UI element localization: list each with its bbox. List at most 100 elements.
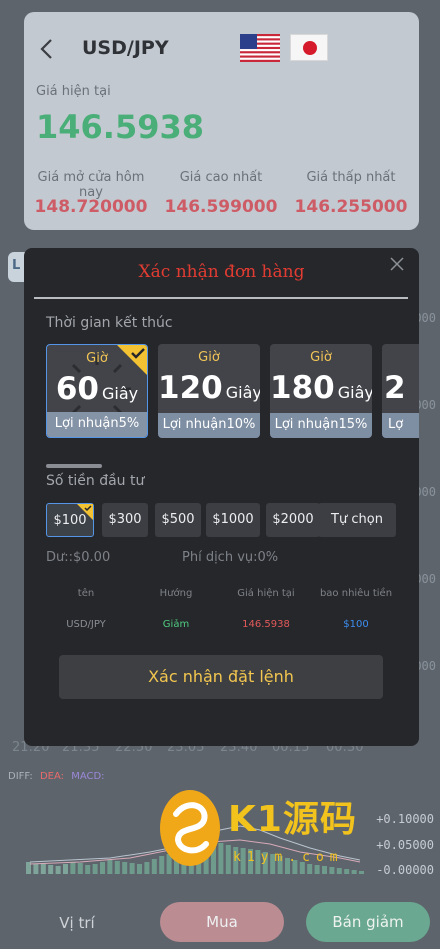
macd-bar xyxy=(114,861,120,874)
macd-bar xyxy=(40,863,46,874)
macd-label: MACD: xyxy=(71,771,105,782)
macd-bar xyxy=(225,845,231,874)
seconds-unit: Giây xyxy=(337,383,372,402)
macd-bar xyxy=(85,865,91,874)
macd-bar xyxy=(129,863,135,874)
watermark-logo xyxy=(160,790,220,866)
open-price-label: Giá mở cửa hôm nay xyxy=(37,170,145,200)
time-option-seconds: 180 Giây xyxy=(270,370,372,406)
modal-divider xyxy=(34,297,408,299)
table-cell-amount: $100 xyxy=(343,619,369,630)
seconds-unit: Giây xyxy=(225,383,260,402)
table-header-price: Giá hiện tại xyxy=(237,588,295,599)
position-button[interactable]: Vị trí xyxy=(42,914,112,932)
macd-bar xyxy=(122,862,128,874)
seconds-unit: Giây xyxy=(102,384,139,403)
macd-bar xyxy=(33,864,39,874)
order-confirm-modal: Xác nhận đơn hàng Thời gian kết thúc Giờ… xyxy=(24,248,419,746)
high-price-label: Giá cao nhất xyxy=(179,170,263,185)
open-price-value: 148.720000 xyxy=(34,197,148,217)
current-price-label: Giá hiện tại xyxy=(36,84,111,99)
amount-label: Số tiền đầu tư xyxy=(46,473,145,489)
macd-bar xyxy=(137,864,142,874)
balance-text: Dư::$0.00 xyxy=(46,550,111,565)
macd-bar xyxy=(344,869,350,874)
table-header-direction: Hướng xyxy=(159,588,193,599)
macd-bar xyxy=(55,866,61,874)
macd-tick: +0.05000 xyxy=(376,838,434,852)
seconds-value: 120 xyxy=(158,370,223,406)
profit-label: Lợi nhuận5% xyxy=(47,412,147,437)
confirm-order-button[interactable]: Xác nhận đặt lệnh xyxy=(59,655,383,699)
bottom-action-bar: Vị trí Mua Bán giảm xyxy=(0,892,440,949)
amount-2000-button[interactable]: $2000 xyxy=(266,503,320,537)
japan-flag-icon xyxy=(290,34,328,61)
amount-text: Tự chọn xyxy=(331,512,383,527)
macd-bar xyxy=(144,862,150,874)
dea-label: DEA: xyxy=(39,771,64,782)
sell-button[interactable]: Bán giảm xyxy=(306,902,430,942)
section-divider xyxy=(46,464,102,468)
macd-bar xyxy=(359,871,364,874)
macd-bar xyxy=(48,865,54,874)
current-price: 146.5938 xyxy=(36,108,205,146)
macd-legend: DIFF: DEA: MACD: xyxy=(8,771,109,782)
macd-bar xyxy=(70,862,76,874)
low-price-value: 146.255000 xyxy=(294,197,408,217)
time-option-seconds: 2 xyxy=(382,370,419,406)
seconds-value: 180 xyxy=(270,370,335,406)
end-time-label: Thời gian kết thúc xyxy=(46,315,173,331)
pair-title: USD/JPY xyxy=(82,37,169,59)
watermark-text: K1源码 xyxy=(228,799,357,840)
macd-bar xyxy=(336,868,342,874)
watermark-subtext: k1ym.com xyxy=(233,850,344,865)
amount-300-button[interactable]: $300 xyxy=(102,503,148,537)
macd-bar xyxy=(351,870,357,874)
amount-500-button[interactable]: $500 xyxy=(155,503,201,537)
time-option-180[interactable]: Giờ 180 Giây Lợi nhuận15% xyxy=(270,344,372,438)
amount-text: $2000 xyxy=(272,512,314,527)
low-price-label: Giá thấp nhất xyxy=(306,170,396,185)
macd-bar xyxy=(329,867,335,874)
amount-text: $1000 xyxy=(212,512,254,527)
selected-check-icon xyxy=(77,504,93,520)
profit-label: Lợi nhuận10% xyxy=(158,413,260,438)
macd-bar xyxy=(92,864,98,874)
time-option-120[interactable]: Giờ 120 Giây Lợi nhuận10% xyxy=(158,344,260,438)
time-option-top: Giờ xyxy=(310,350,332,365)
table-header-name: tên xyxy=(77,588,95,599)
buy-button[interactable]: Mua xyxy=(160,902,284,942)
macd-bar xyxy=(314,865,320,874)
selected-check-icon xyxy=(117,345,147,375)
table-header-amount: bao nhiêu tiền xyxy=(319,588,393,599)
amount-text: $500 xyxy=(161,512,195,527)
profit-label: Lợ xyxy=(382,413,419,438)
macd-tick: +0.10000 xyxy=(376,812,434,826)
macd-bar xyxy=(107,860,113,874)
macd-bar xyxy=(307,864,313,874)
time-option-60[interactable]: Giờ 60 Giây Lợi nhuận5% xyxy=(46,344,148,438)
profit-label: Lợi nhuận15% xyxy=(270,413,372,438)
amount-custom-button[interactable]: Tự chọn xyxy=(318,503,396,537)
macd-bar xyxy=(100,862,105,874)
us-flag-icon xyxy=(240,34,280,62)
time-option-top: Giờ xyxy=(198,350,220,365)
amount-1000-button[interactable]: $1000 xyxy=(206,503,260,537)
time-option-seconds: 120 Giây xyxy=(158,370,260,406)
close-icon[interactable] xyxy=(389,256,405,272)
modal-title: Xác nhận đơn hàng xyxy=(138,262,305,282)
service-fee-text: Phí dịch vụ:0% xyxy=(182,550,279,565)
macd-bar xyxy=(77,863,83,874)
table-cell-price: 146.5938 xyxy=(242,619,290,630)
macd-tick: -0.00000 xyxy=(376,863,434,877)
amount-text: $300 xyxy=(108,512,142,527)
back-arrow-icon[interactable] xyxy=(38,38,56,60)
time-option-partial[interactable]: 2 Lợ xyxy=(382,344,419,438)
time-option-seconds: 60 Giây xyxy=(47,371,147,407)
macd-bar xyxy=(63,864,68,874)
seconds-value: 60 xyxy=(55,371,99,407)
seconds-value: 2 xyxy=(384,370,406,406)
table-cell-name: USD/JPY xyxy=(66,619,106,630)
amount-100-button[interactable]: $100 xyxy=(46,503,94,537)
high-price-value: 146.599000 xyxy=(164,197,278,217)
